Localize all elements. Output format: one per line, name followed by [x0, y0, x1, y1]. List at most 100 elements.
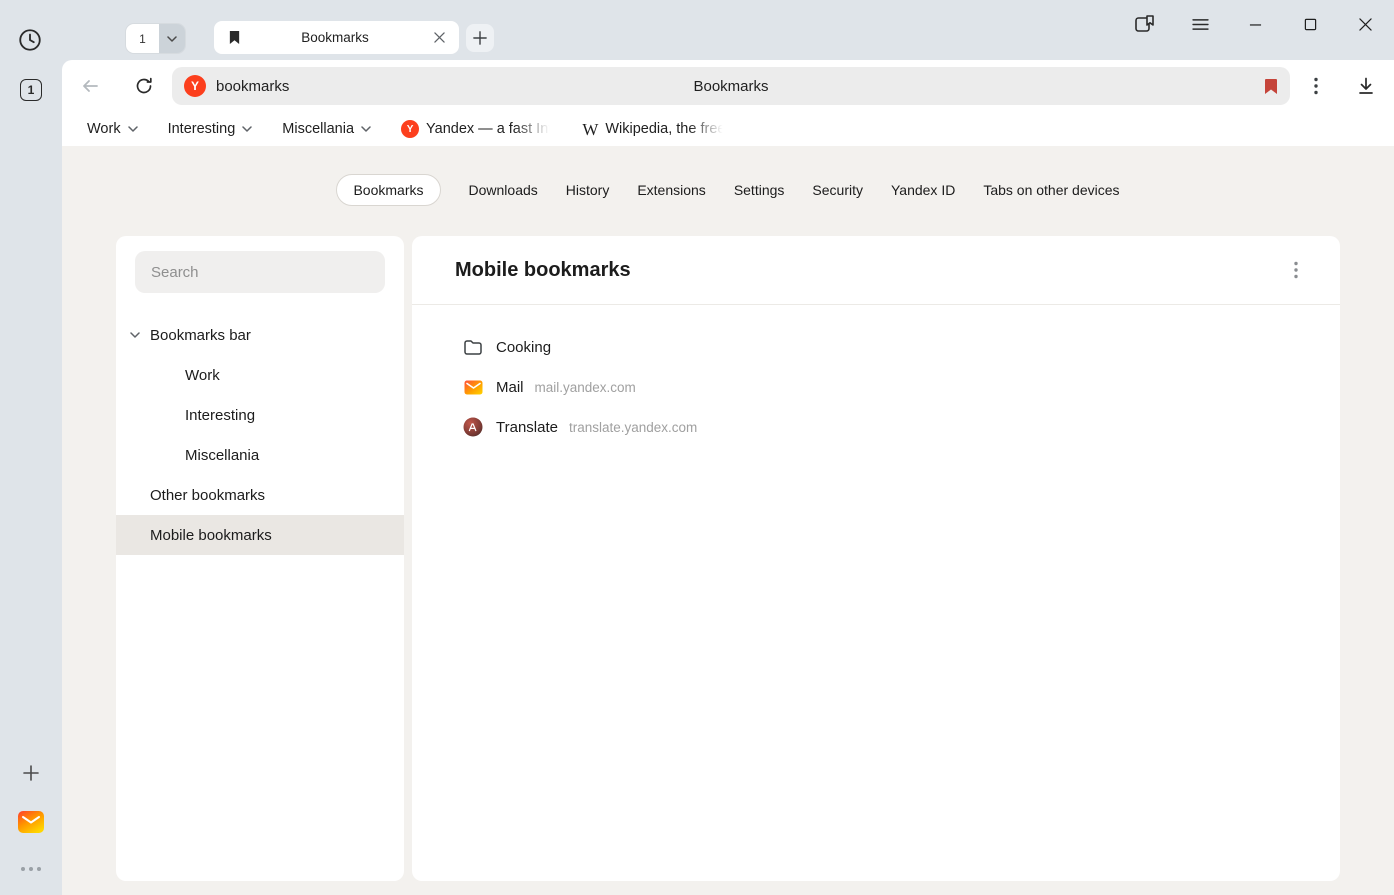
bookmark-manager-page: Bookmarks Downloads History Extensions Setti… — [62, 146, 1394, 895]
bookmark-row-cooking[interactable]: Cooking — [462, 327, 1340, 367]
wikipedia-favicon: W — [582, 121, 598, 138]
search-input[interactable] — [135, 251, 385, 293]
yandex-mail-shortcut[interactable] — [17, 809, 45, 835]
bookmark-url: mail.yandex.com — [535, 380, 636, 395]
bookmark-name: Cooking — [496, 339, 551, 356]
clock-icon — [17, 27, 43, 53]
bookmark-flag-icon — [1264, 78, 1278, 95]
mail-favicon — [462, 380, 484, 395]
tab-bookmarks[interactable]: Bookmarks — [336, 174, 440, 206]
bookmarks-bar-item-yandex-a-fast-int[interactable]: YYandex — a fast Int — [401, 120, 552, 138]
bookmark-row-mail[interactable]: Mail mail.yandex.com — [462, 367, 1340, 407]
tab-strip: 1 Bookmarks — [62, 0, 1394, 60]
tab-group-chevron-button[interactable] — [159, 24, 185, 53]
tab-history[interactable]: History — [566, 175, 610, 205]
tab-yandex-id[interactable]: Yandex ID — [891, 175, 955, 205]
rail-add-button[interactable] — [21, 763, 41, 783]
yandex-favicon: Y — [184, 75, 206, 97]
more-actions-button[interactable] — [1282, 256, 1310, 284]
tab-title: Bookmarks — [249, 30, 421, 45]
tab-settings[interactable]: Settings — [734, 175, 785, 205]
bookmark-name: Translate — [496, 419, 558, 436]
tab-group-count: 1 — [126, 24, 159, 53]
tree-item-bookmarks-bar[interactable]: Bookmarks bar — [116, 315, 404, 355]
bookmarks-bar-item-interesting[interactable]: Interesting — [168, 121, 253, 137]
yandex-mail-icon — [17, 809, 45, 835]
reload-icon — [134, 76, 154, 96]
tree-item-work[interactable]: Work — [116, 355, 404, 395]
bookmark-row-translate[interactable]: Translate translate.yandex.com — [462, 407, 1340, 447]
close-window-button[interactable] — [1354, 13, 1376, 35]
browser-tab-bookmarks[interactable]: Bookmarks — [214, 21, 459, 54]
tree-item-label: Miscellania — [185, 447, 259, 464]
tree-item-label: Bookmarks bar — [150, 327, 251, 344]
chevron-down-icon — [242, 126, 252, 132]
new-tab-button[interactable] — [466, 24, 494, 52]
tree-item-interesting[interactable]: Interesting — [116, 395, 404, 435]
toolbar-menu-button[interactable] — [1304, 77, 1328, 95]
tree-item-mobile-bookmarks[interactable]: Mobile bookmarks — [116, 515, 404, 555]
chevron-down-icon — [167, 36, 177, 42]
downloads-button[interactable] — [1354, 76, 1378, 96]
bookmark-label: Interesting — [168, 121, 236, 137]
tree-item-other-bookmarks[interactable]: Other bookmarks — [116, 475, 404, 515]
tree-item-label: Interesting — [185, 407, 255, 424]
bookmarks-main-panel: Mobile bookmarks Cooking Mail mail.yandex.… — [412, 236, 1340, 881]
manager-tabs: Bookmarks Downloads History Extensions Setti… — [62, 146, 1394, 206]
panel-title: Mobile bookmarks — [455, 259, 1282, 282]
maximize-icon — [1304, 18, 1317, 31]
search-wrap — [135, 251, 385, 293]
plus-icon — [23, 765, 39, 781]
back-button[interactable] — [78, 75, 102, 97]
tree-item-label: Mobile bookmarks — [150, 527, 272, 544]
panel-header: Mobile bookmarks — [412, 236, 1340, 305]
chevron-down-icon — [130, 332, 140, 338]
tree-item-miscellania[interactable]: Miscellania — [116, 435, 404, 475]
left-rail: 1 — [0, 0, 62, 895]
tab-extensions[interactable]: Extensions — [637, 175, 705, 205]
tab-tabs-on-other-devices[interactable]: Tabs on other devices — [983, 175, 1119, 205]
bookmark-label: Wikipedia, the free — [605, 121, 725, 137]
address-text: bookmarks — [216, 78, 289, 95]
bookmark-page-button[interactable] — [1264, 78, 1278, 95]
tab-group-chip[interactable]: 1 — [126, 24, 185, 53]
tab-security[interactable]: Security — [812, 175, 863, 205]
browser-toolbar: Y bookmarks Bookmarks — [62, 60, 1394, 112]
rail-more-button[interactable] — [18, 862, 44, 876]
folder-icon — [462, 339, 484, 356]
bookmark-url: translate.yandex.com — [569, 420, 697, 435]
address-bar[interactable]: Y bookmarks Bookmarks — [172, 67, 1290, 105]
translate-favicon — [462, 417, 484, 437]
history-clock-button[interactable] — [16, 26, 44, 54]
bookmark-name: Mail — [496, 379, 524, 396]
side-panel-button[interactable] — [1134, 13, 1156, 35]
tree-item-label: Work — [185, 367, 220, 384]
minimize-button[interactable] — [1244, 13, 1266, 35]
bookmark-label: Yandex — a fast Int — [426, 121, 552, 137]
browser-menu-button[interactable] — [1189, 13, 1211, 35]
bookmarks-bar-items: Work Interesting Miscellania YYandex — a fa… — [62, 112, 1394, 146]
back-arrow-icon — [79, 75, 101, 97]
bookmarks-bar-item-wikipedia-the-free[interactable]: W Wikipedia, the free — [582, 121, 725, 138]
chevron-down-icon — [361, 126, 371, 132]
bookmark-list: Cooking Mail mail.yandex.com Translate trans… — [412, 305, 1340, 447]
tab-downloads[interactable]: Downloads — [469, 175, 538, 205]
bookmark-label: Work — [87, 121, 121, 137]
page-title: Bookmarks — [172, 78, 1290, 95]
kebab-icon — [1314, 77, 1318, 95]
bookmarks-bar-item-work[interactable]: Work — [87, 121, 138, 137]
bookmark-tab-icon — [228, 30, 241, 45]
bookmark-label: Miscellania — [282, 121, 354, 137]
hamburger-icon — [1192, 18, 1209, 31]
rail-tab-counter[interactable]: 1 — [20, 79, 42, 101]
bookmarks-bar-item-miscellania[interactable]: Miscellania — [282, 121, 371, 137]
tab-close-button[interactable] — [429, 28, 449, 48]
plus-icon — [473, 31, 487, 45]
download-icon — [1356, 76, 1376, 96]
tree-item-label: Other bookmarks — [150, 487, 265, 504]
minimize-icon — [1249, 18, 1262, 31]
reload-button[interactable] — [132, 76, 156, 96]
close-icon — [1359, 18, 1372, 31]
chevron-down-icon — [128, 126, 138, 132]
maximize-button[interactable] — [1299, 13, 1321, 35]
